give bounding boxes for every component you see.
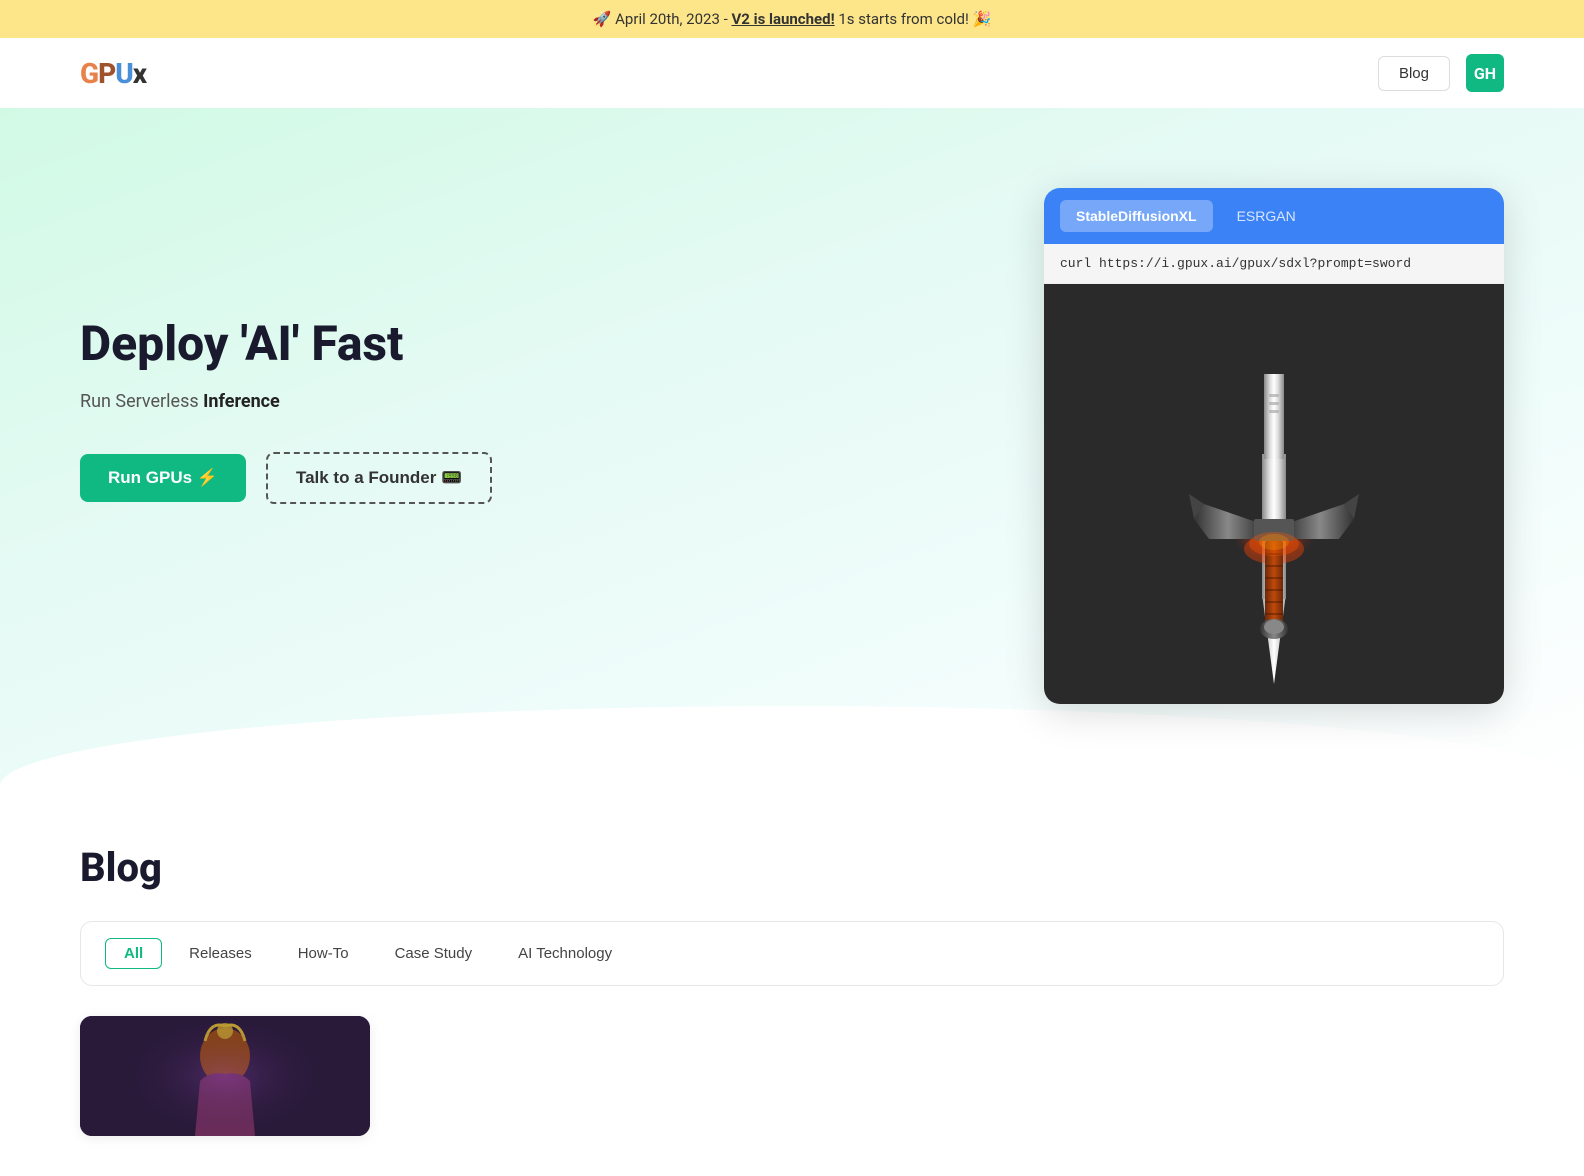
announcement-text-before: 🚀 April 20th, 2023 - xyxy=(593,10,732,28)
user-avatar[interactable]: GH xyxy=(1466,54,1504,92)
announcement-text-after: 1s starts from cold! 🎉 xyxy=(835,10,992,28)
blog-card-image xyxy=(80,1016,370,1136)
blog-cards xyxy=(80,1016,1504,1136)
announcement-bar: 🚀 April 20th, 2023 - V2 is launched! 1s … xyxy=(0,0,1584,38)
sword-image xyxy=(1044,284,1504,704)
blog-card-preview[interactable] xyxy=(80,1016,370,1136)
talk-to-founder-button[interactable]: Talk to a Founder 📟 xyxy=(266,452,492,504)
blog-filter-bar: All Releases How-To Case Study AI Techno… xyxy=(80,921,1504,986)
demo-image-container xyxy=(1044,284,1504,704)
warrior-image-placeholder xyxy=(80,1016,370,1136)
tab-esrgan[interactable]: ESRGAN xyxy=(1221,200,1312,232)
sword-svg xyxy=(1174,294,1374,694)
hero-section: Deploy 'AI' Fast Run Serverless Inferenc… xyxy=(0,108,1584,784)
filter-how-to[interactable]: How-To xyxy=(279,938,368,969)
navbar: GPUx Blog GH xyxy=(0,38,1584,108)
announcement-link[interactable]: V2 is launched! xyxy=(731,10,834,28)
hero-subtitle: Run Serverless Inference xyxy=(80,391,492,412)
nav-right: Blog GH xyxy=(1378,54,1504,92)
run-gpus-button[interactable]: Run GPUs ⚡ xyxy=(80,454,246,502)
hero-title: Deploy 'AI' Fast xyxy=(80,318,492,371)
demo-card: StableDiffusionXL ESRGAN curl https://i.… xyxy=(1044,188,1504,704)
logo[interactable]: GPUx xyxy=(80,57,146,90)
blog-section: Blog All Releases How-To Case Study AI T… xyxy=(0,784,1584,1176)
warrior-svg xyxy=(80,1016,370,1136)
hero-subtitle-prefix: Run Serverless xyxy=(80,391,203,412)
filter-all[interactable]: All xyxy=(105,938,162,969)
blog-nav-button[interactable]: Blog xyxy=(1378,56,1450,91)
filter-case-study[interactable]: Case Study xyxy=(376,938,492,969)
demo-tabs: StableDiffusionXL ESRGAN xyxy=(1044,188,1504,244)
filter-ai-technology[interactable]: AI Technology xyxy=(499,938,631,969)
demo-curl-command: curl https://i.gpux.ai/gpux/sdxl?prompt=… xyxy=(1044,244,1504,284)
tab-stablediffusionxl[interactable]: StableDiffusionXL xyxy=(1060,200,1213,232)
blog-section-title: Blog xyxy=(80,844,1504,891)
hero-buttons: Run GPUs ⚡ Talk to a Founder 📟 xyxy=(80,452,492,504)
hero-subtitle-bold: Inference xyxy=(203,391,280,412)
hero-left: Deploy 'AI' Fast Run Serverless Inferenc… xyxy=(80,168,492,504)
filter-releases[interactable]: Releases xyxy=(170,938,271,969)
